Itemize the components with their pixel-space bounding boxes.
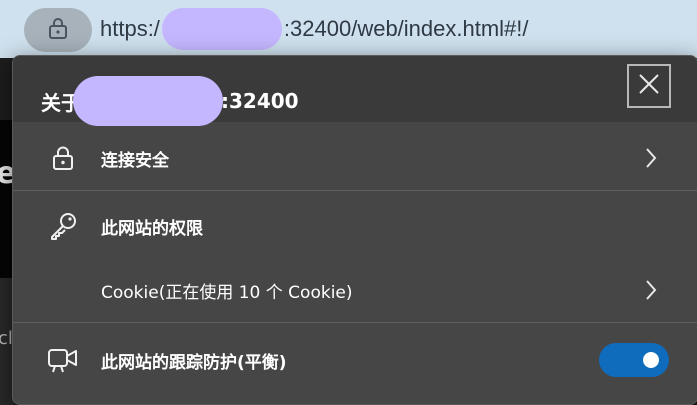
site-info-flyout: 关于 :32400 连接安全 此网站的权限 Cookie(正在使用 10 个 C… (12, 55, 697, 405)
url-suffix: :32400/web/index.html#!/ (283, 16, 529, 41)
title-redaction (73, 76, 223, 126)
flyout-header: 关于 :32400 (13, 56, 697, 126)
chevron-right-icon (643, 146, 659, 170)
lock-icon (47, 16, 69, 44)
close-button[interactable] (627, 64, 671, 108)
url-redaction (161, 8, 282, 50)
tracking-prevention-toggle[interactable] (599, 343, 669, 377)
tracking-prevention-item: 此网站的跟踪防护(平衡) (13, 328, 697, 392)
divider (13, 190, 697, 191)
tracking-prevention-label: 此网站的跟踪防护(平衡) (101, 352, 287, 373)
url-prefix: https:/ (100, 16, 160, 41)
divider (13, 322, 697, 323)
camera-icon (47, 344, 79, 376)
site-permissions-item: 此网站的权限 (13, 194, 697, 258)
close-icon (638, 73, 660, 99)
cookies-label: Cookie(正在使用 10 个 Cookie) (101, 282, 353, 303)
site-info-button[interactable] (24, 8, 92, 52)
background-text: cl (0, 328, 13, 349)
connection-secure-label: 连接安全 (101, 150, 169, 171)
title-suffix: :32400 (221, 89, 299, 113)
site-permissions-label: 此网站的权限 (101, 218, 203, 239)
cookies-item[interactable]: Cookie(正在使用 10 个 Cookie) (13, 258, 697, 322)
flyout-title: 关于 :32400 (41, 76, 299, 126)
lock-icon (47, 142, 79, 174)
connection-secure-item[interactable]: 连接安全 (13, 126, 697, 190)
key-icon (47, 210, 79, 242)
url-text[interactable]: https:/ :32400/web/index.html#!/ (100, 8, 529, 50)
toggle-knob (643, 352, 659, 368)
address-bar: https:/ :32400/web/index.html#!/ (0, 0, 697, 58)
chevron-right-icon (643, 278, 659, 302)
